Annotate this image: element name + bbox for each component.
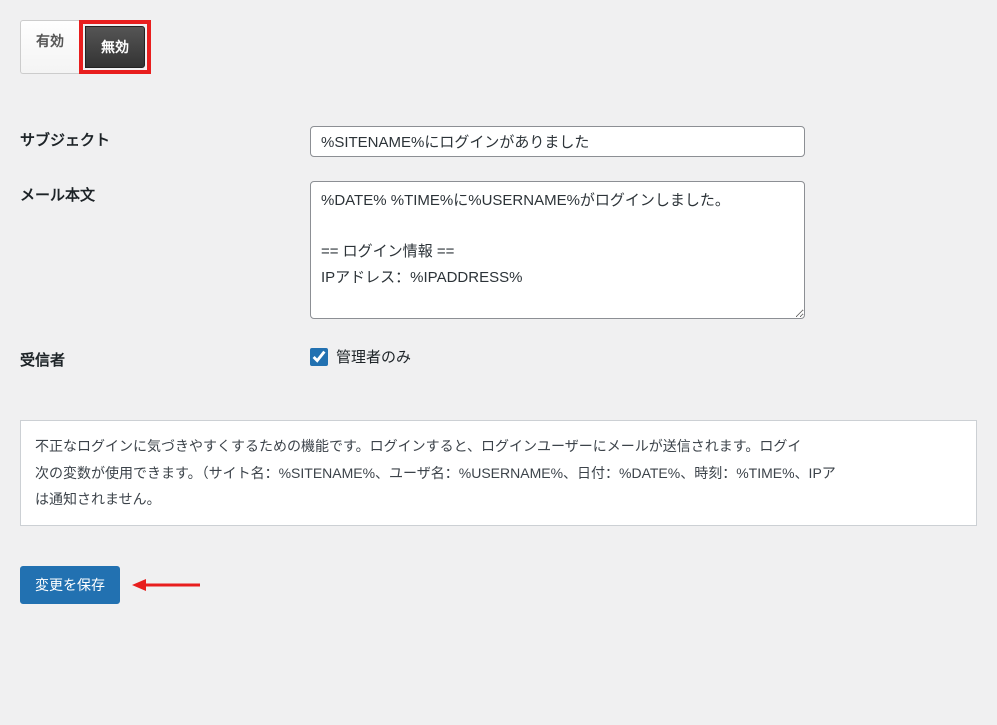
body-textarea[interactable]: %DATE% %TIME%に%USERNAME%がログインしました。 == ログ… [310, 181, 805, 319]
arrow-annotation-icon [132, 575, 202, 595]
description-box: 不正なログインに気づきやすくするための機能です。ログインすると、ログインユーザー… [20, 420, 977, 526]
highlight-annotation: 無効 [79, 20, 151, 74]
recipient-admin-only-checkbox[interactable] [310, 348, 328, 366]
description-line: 次の変数が使用できます。（サイト名：%SITENAME%、ユーザ名：%USERN… [35, 460, 962, 487]
toggle-group: 有効 無効 [20, 20, 151, 74]
subject-label: サブジェクト [20, 114, 310, 169]
recipient-label: 受信者 [20, 334, 310, 385]
body-label: メール本文 [20, 169, 310, 334]
toggle-disabled-button[interactable]: 無効 [85, 26, 145, 68]
save-button[interactable]: 変更を保存 [20, 566, 120, 604]
settings-form-table: サブジェクト メール本文 %DATE% %TIME%に%USERNAME%がログ… [20, 114, 977, 385]
description-line: 不正なログインに気づきやすくするための機能です。ログインすると、ログインユーザー… [35, 433, 962, 460]
description-line: は通知されません。 [35, 486, 962, 513]
subject-input[interactable] [310, 126, 805, 157]
toggle-enabled-button[interactable]: 有効 [20, 20, 79, 74]
recipient-checkbox-label: 管理者のみ [336, 346, 411, 367]
recipient-checkbox-wrap: 管理者のみ [310, 346, 967, 367]
submit-row: 変更を保存 [20, 566, 977, 604]
